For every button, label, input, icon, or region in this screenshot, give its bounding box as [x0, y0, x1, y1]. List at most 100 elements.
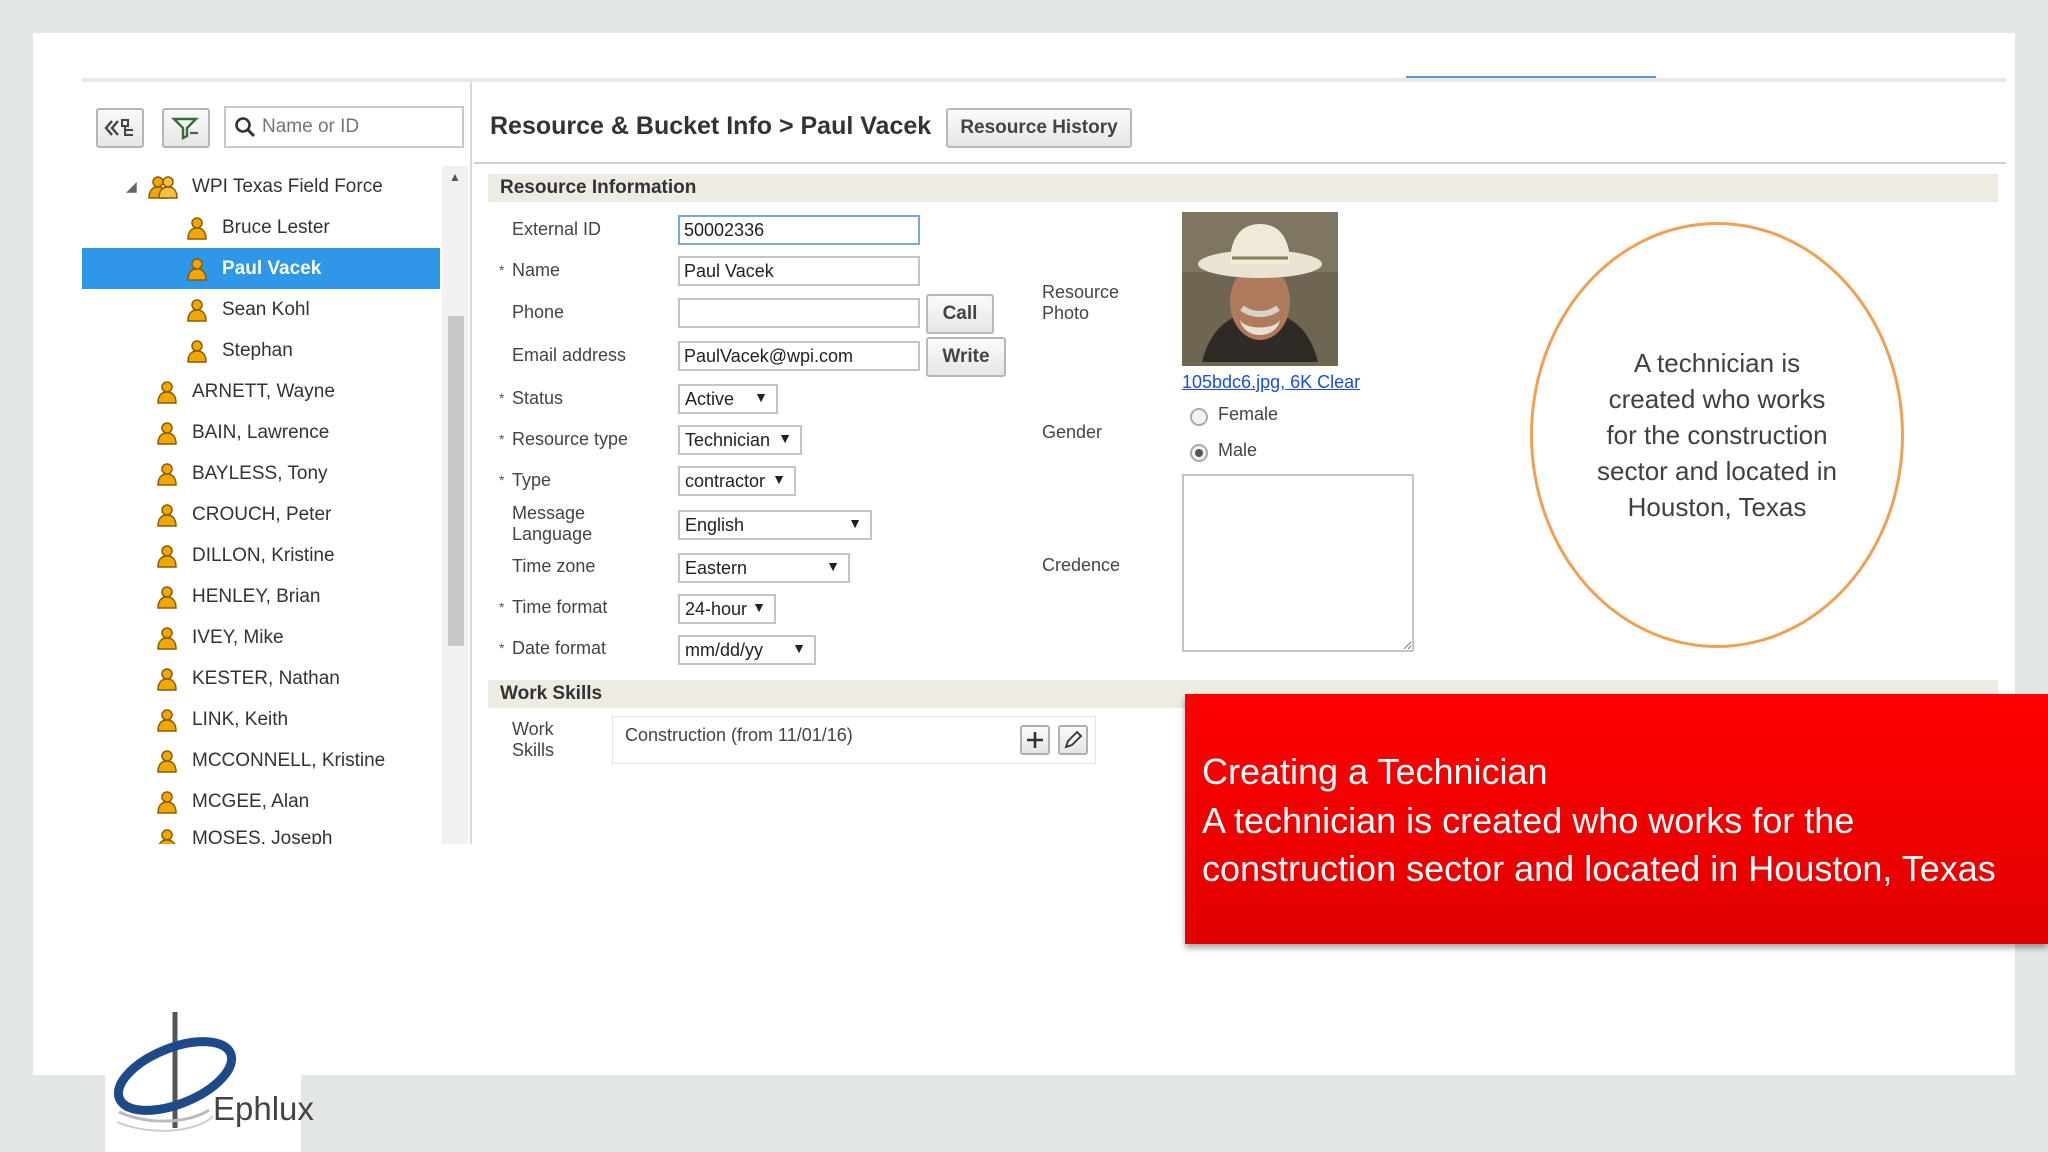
- resource-user-icon: [157, 708, 177, 732]
- external-id-input[interactable]: [678, 215, 920, 245]
- caption-title: Creating a Technician: [1202, 751, 1548, 792]
- external-id-label: External ID: [512, 219, 602, 239]
- tree-item-label: MCGEE, Alan: [192, 790, 310, 812]
- time-format-value: 24-hour: [685, 598, 748, 619]
- page-title: Resource & Bucket Info > Paul Vacek: [490, 112, 932, 140]
- status-select[interactable]: Active ▼: [678, 384, 778, 414]
- tree-item-resource[interactable]: CROUCH, Peter: [82, 494, 440, 535]
- resource-user-icon: [157, 790, 177, 814]
- tree-item-label: IVEY, Mike: [192, 626, 284, 648]
- dropdown-arrow-icon: ▼: [792, 640, 806, 656]
- header-divider: [474, 162, 2006, 164]
- ephlux-logo-mark-icon: [113, 1012, 237, 1132]
- email-label: Email address: [512, 345, 627, 365]
- type-select[interactable]: contractor ▼: [678, 466, 796, 496]
- resource-tree: WPI Texas Field Force ◢ Bruce Lester Paul V…: [82, 166, 440, 844]
- email-input[interactable]: [678, 341, 920, 371]
- resource-user-icon: [187, 257, 207, 281]
- gender-female-label: Female: [1218, 404, 1279, 424]
- tree-item-resource[interactable]: DILLON, Kristine: [82, 535, 440, 576]
- caption-banner: Creating a Technician A technician is cr…: [1185, 694, 2048, 944]
- required-marker: *: [499, 472, 505, 488]
- photo-file-link[interactable]: 105bdc6.jpg, 6K: [1182, 372, 1312, 392]
- resource-history-button[interactable]: Resource History: [946, 108, 1132, 148]
- time-zone-select[interactable]: Eastern ▼: [678, 553, 850, 583]
- dropdown-arrow-icon: ▼: [754, 389, 768, 405]
- time-format-select[interactable]: 24-hour ▼: [678, 594, 776, 624]
- required-marker: *: [499, 390, 505, 406]
- photo-clear-link[interactable]: Clear: [1317, 372, 1360, 392]
- tree-item-resource[interactable]: IVEY, Mike: [82, 617, 440, 658]
- gender-male-radio[interactable]: [1190, 444, 1208, 462]
- name-label: Name: [512, 260, 561, 280]
- resource-user-icon: [157, 380, 177, 404]
- resource-photo-label: Resource Photo: [1042, 282, 1119, 324]
- search-box[interactable]: [224, 106, 464, 148]
- tree-item-child[interactable]: Stephan: [82, 330, 440, 371]
- tree-item-label: Sean Kohl: [222, 298, 310, 320]
- scroll-thumb[interactable]: [448, 316, 464, 646]
- work-skills-label: Work Skills: [512, 719, 554, 761]
- type-value: contractor: [685, 470, 766, 491]
- tree-scrollbar[interactable]: ▲: [442, 166, 468, 844]
- annotation-callout-text: A technician is created who works for th…: [1597, 348, 1837, 522]
- tree-item-resource[interactable]: MOSES, Joseph: [82, 822, 440, 844]
- dropdown-arrow-icon: ▼: [772, 471, 786, 487]
- scroll-up-arrow-icon[interactable]: ▲: [449, 170, 461, 184]
- tree-item-label: BAIN, Lawrence: [192, 421, 330, 443]
- tree-item-resource[interactable]: KESTER, Nathan: [82, 658, 440, 699]
- time-zone-value: Eastern: [685, 557, 748, 578]
- resource-type-select[interactable]: Technician ▼: [678, 425, 802, 455]
- message-language-label: Message Language: [512, 503, 592, 545]
- name-input[interactable]: [678, 256, 920, 286]
- tree-item-resource[interactable]: BAYLESS, Tony: [82, 453, 440, 494]
- resource-user-icon: [157, 585, 177, 609]
- credence-textarea[interactable]: [1182, 474, 1414, 652]
- gender-female-radio[interactable]: [1190, 408, 1208, 426]
- status-value: Active: [685, 388, 735, 409]
- add-skill-button[interactable]: [1020, 725, 1050, 755]
- search-icon: [235, 117, 256, 138]
- tree-item-resource[interactable]: MCCONNELL, Kristine: [82, 740, 440, 781]
- tree-item-resource[interactable]: BAIN, Lawrence: [82, 412, 440, 453]
- edit-skill-button[interactable]: [1058, 725, 1088, 755]
- tree-item-child[interactable]: Bruce Lester: [82, 207, 440, 248]
- resource-user-icon: [187, 216, 207, 240]
- call-button[interactable]: Call: [926, 294, 994, 334]
- collapse-tree-button[interactable]: [96, 108, 144, 148]
- resource-photo-label-line2: Photo: [1042, 303, 1090, 323]
- pencil-icon: [1064, 730, 1083, 749]
- tree-item-child[interactable]: Paul Vacek: [82, 248, 440, 289]
- tree-item-resource[interactable]: HENLEY, Brian: [82, 576, 440, 617]
- time-format-label: Time format: [512, 597, 608, 617]
- annotation-callout: A technician is created who works for th…: [1530, 222, 1904, 648]
- tree-item-label: Paul Vacek: [222, 257, 322, 279]
- tree-item-resource[interactable]: ARNETT, Wayne: [82, 371, 440, 412]
- tree-item-resource[interactable]: MCGEE, Alan: [82, 781, 440, 822]
- resource-information-header: Resource Information: [488, 174, 1998, 202]
- tree-item-label: LINK, Keith: [192, 708, 289, 730]
- tree-item-label: DILLON, Kristine: [192, 544, 335, 566]
- tree-item-resource[interactable]: LINK, Keith: [82, 699, 440, 740]
- type-label: Type: [512, 470, 552, 490]
- gender-male-label: Male: [1218, 440, 1258, 460]
- message-language-select[interactable]: English ▼: [678, 510, 872, 540]
- tree-item-label: MOSES, Joseph: [192, 828, 333, 844]
- technician-portrait-image: [1182, 212, 1338, 366]
- filter-button[interactable]: [162, 108, 210, 148]
- tree-item-child[interactable]: Sean Kohl: [82, 289, 440, 330]
- logo-wordmark: Ephlux: [213, 1090, 314, 1127]
- date-format-select[interactable]: mm/dd/yy ▼: [678, 635, 816, 665]
- tree-item-label: MCCONNELL, Kristine: [192, 749, 386, 771]
- work-skills-label-line1: Work: [512, 719, 554, 739]
- dropdown-arrow-icon: ▼: [826, 558, 840, 574]
- search-input[interactable]: [262, 116, 452, 138]
- phone-input[interactable]: [678, 298, 920, 328]
- work-skill-value: Construction (from 11/01/16): [625, 725, 853, 745]
- work-skills-label-line2: Skills: [512, 740, 555, 760]
- required-marker: *: [499, 640, 505, 656]
- caption-line: construction sector and located in Houst…: [1202, 848, 1996, 889]
- tree-item-group[interactable]: WPI Texas Field Force ◢: [82, 166, 440, 207]
- tree-collapse-triangle-icon[interactable]: ◢: [126, 178, 137, 195]
- write-button[interactable]: Write: [926, 337, 1006, 377]
